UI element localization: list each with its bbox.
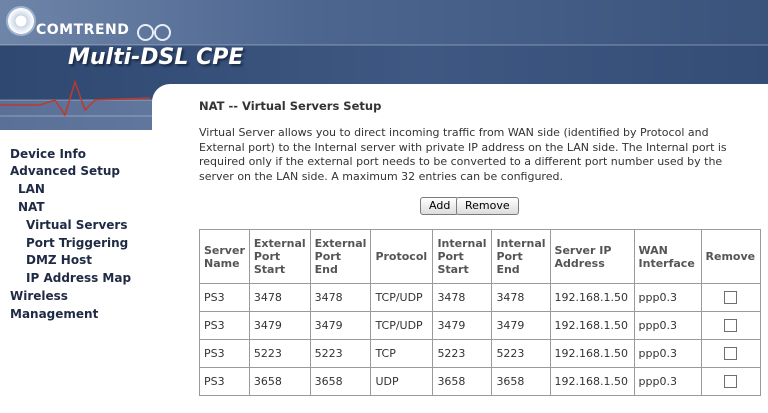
table-header-row: Server Name External Port Start External… [199, 229, 761, 284]
cell-external-port-start: 3478 [248, 283, 311, 312]
cell-internal-port-end: 3479 [491, 311, 551, 340]
cell-server-name: PS3 [199, 339, 250, 368]
cell-internal-port-end: 5223 [491, 339, 551, 368]
cell-remove [700, 367, 761, 396]
cell-protocol: TCP/UDP [370, 311, 434, 340]
cell-server-name: PS3 [199, 283, 250, 312]
cell-remove [700, 283, 761, 312]
cell-internal-port-start: 3479 [432, 311, 493, 340]
cell-server-name: PS3 [199, 367, 250, 396]
sidebar-item-advanced-setup[interactable]: Advanced Setup [10, 164, 120, 178]
sidebar-item-wireless[interactable]: Wireless [10, 289, 68, 303]
sidebar-item-device-info[interactable]: Device Info [10, 147, 86, 161]
table-row: PS3 5223 5223 TCP 5223 5223 192.168.1.50… [199, 339, 761, 368]
cell-external-port-end: 3479 [309, 311, 372, 340]
remove-checkbox[interactable] [724, 375, 738, 389]
table-row: PS3 3478 3478 TCP/UDP 3478 3478 192.168.… [199, 283, 761, 312]
cell-internal-port-start: 3658 [432, 367, 493, 396]
cell-wan-interface: ppp0.3 [633, 367, 702, 396]
col-header-server-ip: Server IP Address [549, 229, 635, 284]
page-title: NAT -- Virtual Servers Setup [199, 99, 382, 113]
cell-internal-port-start: 5223 [432, 339, 493, 368]
col-header-server-name: Server Name [199, 229, 250, 284]
cell-wan-interface: ppp0.3 [633, 339, 702, 368]
col-header-wan-interface: WAN Interface [633, 229, 702, 284]
cell-internal-port-start: 3478 [432, 283, 493, 312]
cell-external-port-start: 5223 [248, 339, 311, 368]
brand-name: COMTREND [36, 22, 130, 38]
sidebar-item-nat[interactable]: NAT [18, 200, 45, 214]
col-header-internal-port-end: Internal Port End [491, 229, 551, 284]
cell-remove [700, 311, 761, 340]
remove-checkbox[interactable] [724, 319, 738, 333]
cell-remove [700, 339, 761, 368]
cell-external-port-end: 5223 [309, 339, 372, 368]
cell-server-name: PS3 [199, 311, 250, 340]
cell-server-ip: 192.168.1.50 [549, 283, 635, 312]
col-header-protocol: Protocol [370, 229, 434, 284]
cell-internal-port-end: 3658 [491, 367, 551, 396]
virtual-servers-table: Server Name External Port Start External… [199, 229, 761, 396]
cell-wan-interface: ppp0.3 [633, 283, 702, 312]
cell-server-ip: 192.168.1.50 [549, 339, 635, 368]
sidebar-item-virtual-servers[interactable]: Virtual Servers [26, 218, 128, 232]
cell-external-port-end: 3658 [309, 367, 372, 396]
sidebar-item-port-triggering[interactable]: Port Triggering [26, 236, 128, 250]
col-header-external-port-end: External Port End [309, 229, 372, 284]
cell-protocol: TCP/UDP [370, 283, 434, 312]
remove-checkbox[interactable] [724, 291, 738, 305]
col-header-external-port-start: External Port Start [248, 229, 311, 284]
sidebar-item-lan[interactable]: LAN [18, 182, 45, 196]
cell-internal-port-end: 3478 [491, 283, 551, 312]
table-row: PS3 3658 3658 UDP 3658 3658 192.168.1.50… [199, 367, 761, 396]
product-name: Multi-DSL CPE [68, 45, 244, 70]
cell-external-port-start: 3479 [248, 311, 311, 340]
sidebar-item-ip-address-map[interactable]: IP Address Map [26, 271, 131, 285]
remove-checkbox[interactable] [724, 347, 738, 361]
cell-wan-interface: ppp0.3 [633, 311, 702, 340]
sidebar-item-management[interactable]: Management [10, 307, 98, 321]
sidebar-item-dmz-host[interactable]: DMZ Host [26, 253, 92, 267]
col-header-remove: Remove [700, 229, 761, 284]
cell-server-ip: 192.168.1.50 [549, 311, 635, 340]
cell-protocol: TCP [370, 339, 434, 368]
remove-button[interactable]: Remove [456, 197, 519, 215]
table-row: PS3 3479 3479 TCP/UDP 3479 3479 192.168.… [199, 311, 761, 340]
page-description: Virtual Server allows you to direct inco… [199, 126, 727, 183]
add-button[interactable]: Add [420, 197, 460, 215]
brand-circles-icon [137, 24, 171, 41]
col-header-internal-port-start: Internal Port Start [432, 229, 493, 284]
cell-external-port-end: 3478 [309, 283, 372, 312]
cell-server-ip: 192.168.1.50 [549, 367, 635, 396]
heartbeat-graphic [0, 79, 150, 117]
cell-external-port-start: 3658 [248, 367, 311, 396]
cell-protocol: UDP [370, 367, 434, 396]
comtrend-logo-icon [6, 6, 36, 36]
